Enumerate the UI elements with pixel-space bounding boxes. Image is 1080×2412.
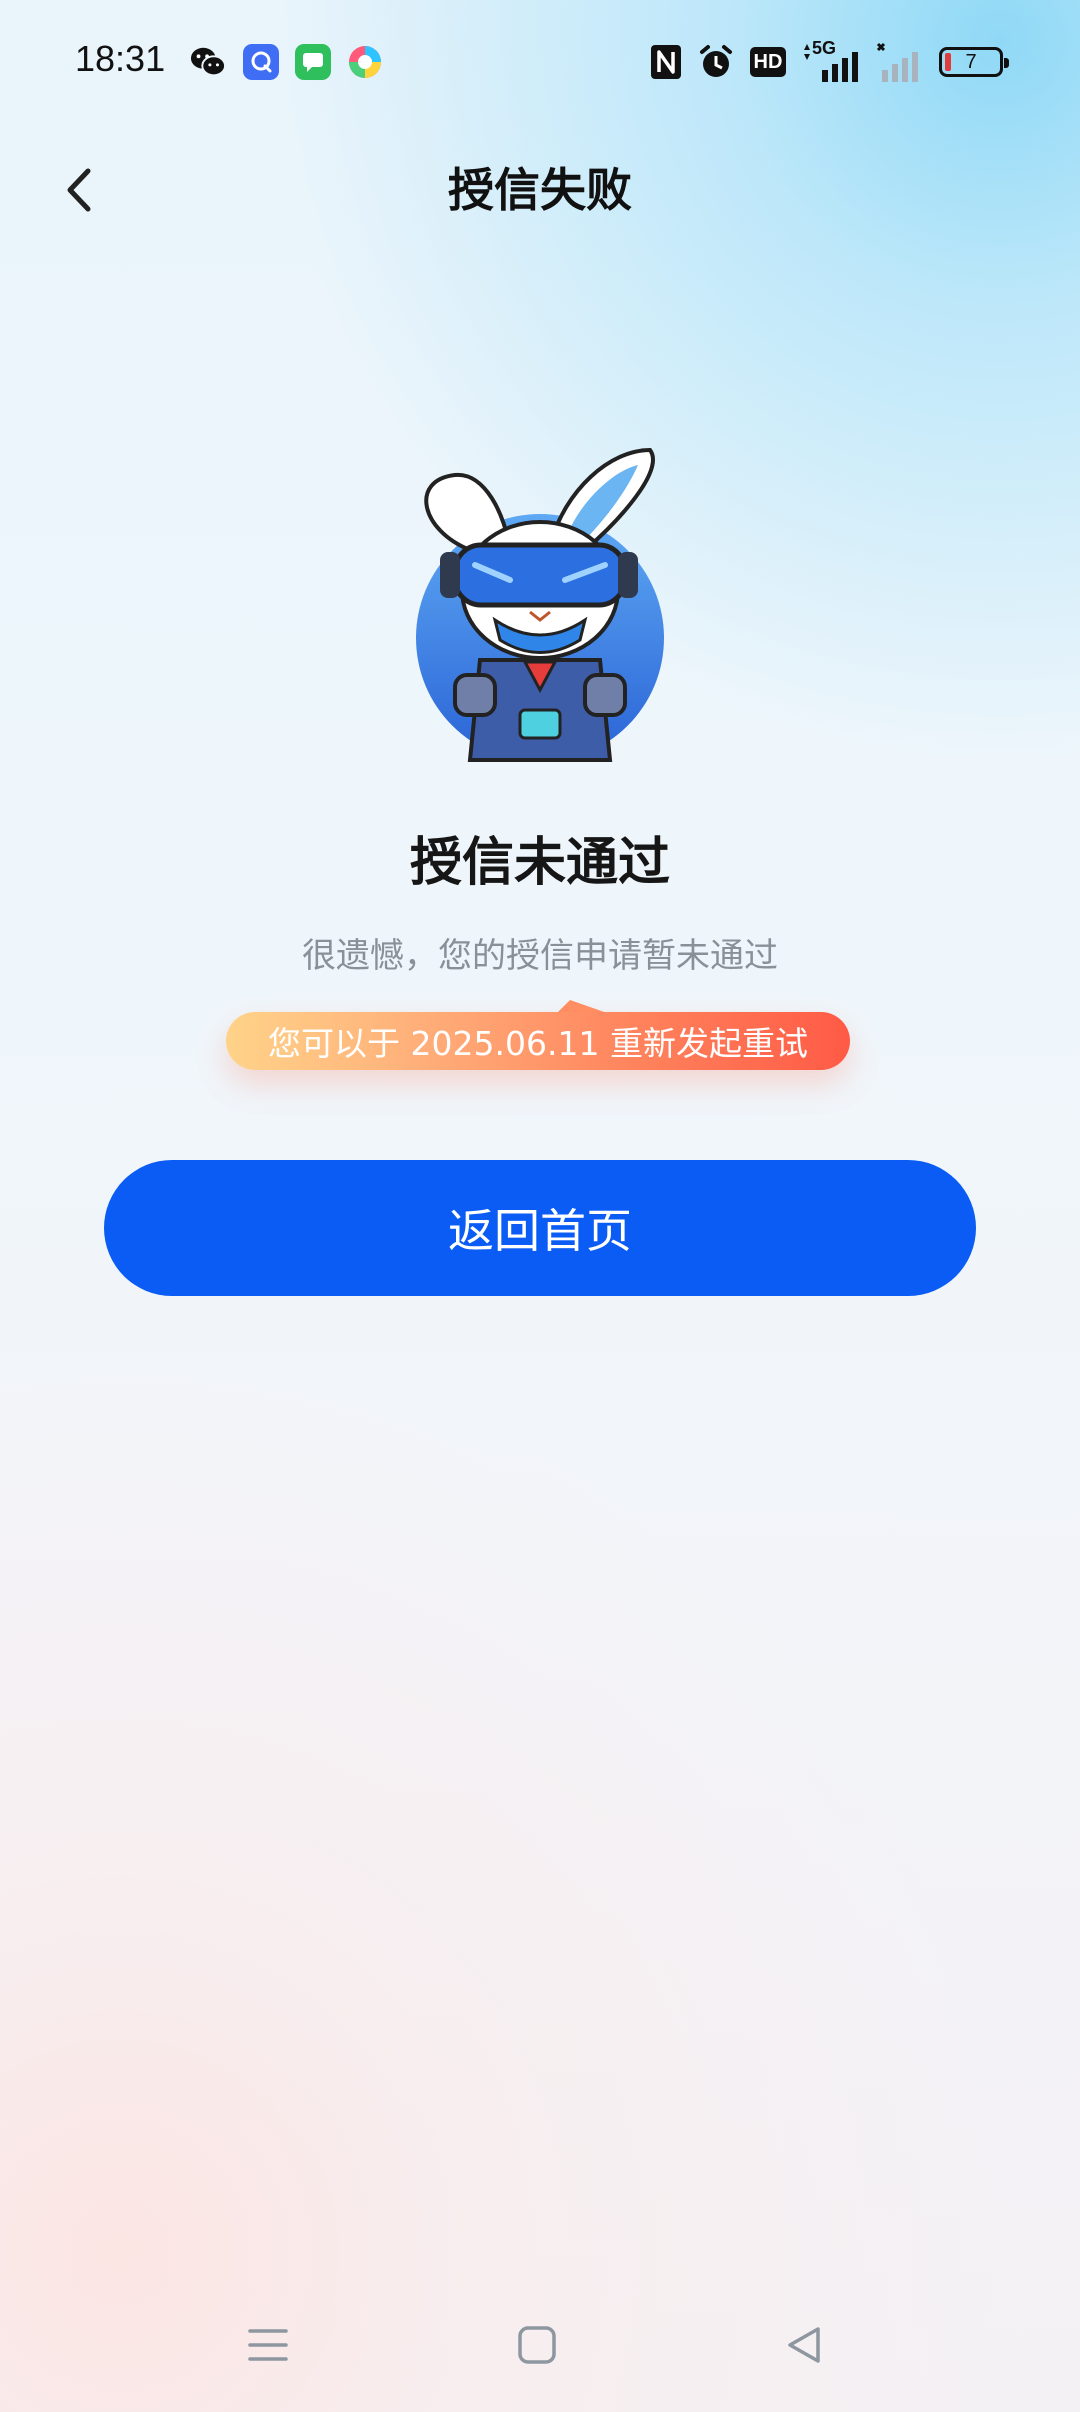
battery-icon: 7: [936, 40, 1009, 84]
square-icon: [518, 2326, 556, 2364]
triangle-back-icon: [788, 2327, 820, 2363]
result-subtitle: 很遗憾，您的授信申请暂未通过: [302, 936, 778, 976]
battery-level: 7: [965, 51, 977, 73]
signal-2-icon: [876, 40, 922, 84]
signal-5g-icon: 5G: [800, 38, 866, 84]
hd-label: HD: [749, 47, 787, 77]
page-title: 授信失败: [448, 163, 632, 217]
browser-icon: [347, 44, 383, 80]
hd-icon: HD: [748, 40, 788, 84]
status-time: 18:31: [75, 38, 166, 79]
wechat-icon: [190, 44, 226, 80]
retry-notice-text: 您可以于 2025.06.11 重新发起重试: [226, 1012, 850, 1070]
recent-apps-button[interactable]: [228, 2310, 308, 2380]
back-nav-button[interactable]: [764, 2310, 844, 2380]
nfc-icon: [648, 40, 684, 84]
system-navigation-bar: [0, 2310, 1080, 2390]
menu-icon: [248, 2329, 288, 2361]
rabbit-mascot-illustration: [400, 440, 680, 770]
home-nav-button[interactable]: [497, 2310, 577, 2380]
return-home-button[interactable]: 返回首页: [104, 1160, 976, 1296]
messages-icon: [295, 44, 331, 80]
result-title: 授信未通过: [409, 833, 670, 893]
retry-date-badge: 您可以于 2025.06.11 重新发起重试: [226, 1000, 850, 1070]
alarm-icon: [696, 40, 736, 84]
qq-icon: [243, 44, 279, 80]
status-bar: 18:31 HD 5G 7: [0, 0, 1080, 124]
